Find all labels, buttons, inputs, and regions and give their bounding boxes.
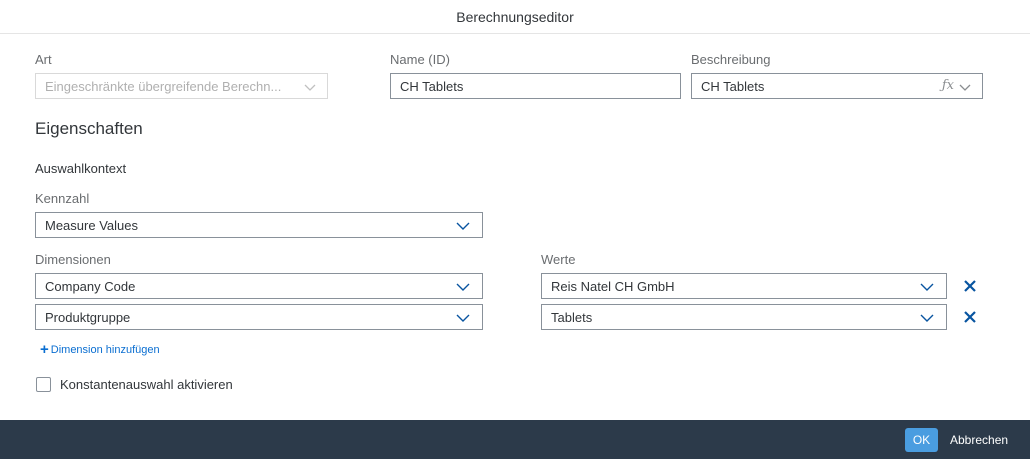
chevron-down-icon bbox=[920, 280, 934, 294]
cancel-button[interactable]: Abbrechen bbox=[950, 428, 1008, 452]
plus-icon: + bbox=[40, 341, 49, 358]
values-label: Werte bbox=[541, 252, 576, 267]
constant-selection-label: Konstantenauswahl aktivieren bbox=[60, 377, 233, 392]
dimension-select[interactable]: Produktgruppe bbox=[35, 304, 483, 330]
selection-context-label: Auswahlkontext bbox=[35, 161, 127, 176]
chevron-down-icon bbox=[303, 80, 317, 94]
dimension-member-value: Tablets bbox=[551, 310, 593, 325]
chevron-down-icon bbox=[456, 311, 470, 325]
chevron-down-icon bbox=[456, 219, 470, 233]
properties-title: Eigenschaften bbox=[35, 119, 143, 138]
dialog-header: Berechnungseditor bbox=[0, 0, 1030, 34]
dimension-value-select[interactable]: Tablets bbox=[541, 304, 947, 330]
dimension-select[interactable]: Company Code bbox=[35, 273, 483, 299]
formula-icon[interactable]: ƒx bbox=[942, 78, 954, 93]
name-id-value: CH Tablets bbox=[400, 79, 464, 94]
beschreibung-value: CH Tablets bbox=[701, 79, 765, 94]
remove-dimension-icon[interactable] bbox=[962, 278, 978, 294]
dimension-value-select[interactable]: Reis Natel CH GmbH bbox=[541, 273, 947, 299]
chevron-down-icon bbox=[456, 280, 470, 294]
chevron-down-icon[interactable] bbox=[958, 80, 972, 94]
kennzahl-value: Measure Values bbox=[45, 218, 138, 233]
constant-selection-checkbox[interactable] bbox=[36, 377, 51, 392]
remove-dimension-icon[interactable] bbox=[962, 309, 978, 325]
dimension-member-value: Reis Natel CH GmbH bbox=[551, 279, 675, 294]
dimension-value: Produktgruppe bbox=[45, 310, 131, 325]
dimension-value: Company Code bbox=[45, 279, 136, 294]
art-select[interactable]: Eingeschränkte übergreifende Berechn... bbox=[35, 73, 328, 99]
chevron-down-icon bbox=[920, 311, 934, 325]
kennzahl-label: Kennzahl bbox=[35, 191, 90, 206]
art-label: Art bbox=[35, 52, 52, 67]
art-value: Eingeschränkte übergreifende Berechn... bbox=[45, 79, 282, 94]
add-dimension-label: Dimension hinzufügen bbox=[50, 344, 160, 356]
kennzahl-select[interactable]: Measure Values bbox=[35, 212, 483, 238]
ok-button[interactable]: OK bbox=[905, 428, 938, 452]
name-id-input[interactable]: CH Tablets bbox=[390, 73, 681, 99]
beschreibung-label: Beschreibung bbox=[691, 52, 771, 67]
dialog-title: Berechnungseditor bbox=[456, 9, 574, 25]
beschreibung-input[interactable]: CH Tablets ƒx bbox=[691, 73, 983, 99]
add-dimension-link[interactable]: + Dimension hinzufügen bbox=[40, 341, 160, 358]
dimensions-label: Dimensionen bbox=[35, 252, 111, 267]
dialog-footer bbox=[0, 420, 1030, 459]
name-id-label: Name (ID) bbox=[390, 52, 450, 67]
